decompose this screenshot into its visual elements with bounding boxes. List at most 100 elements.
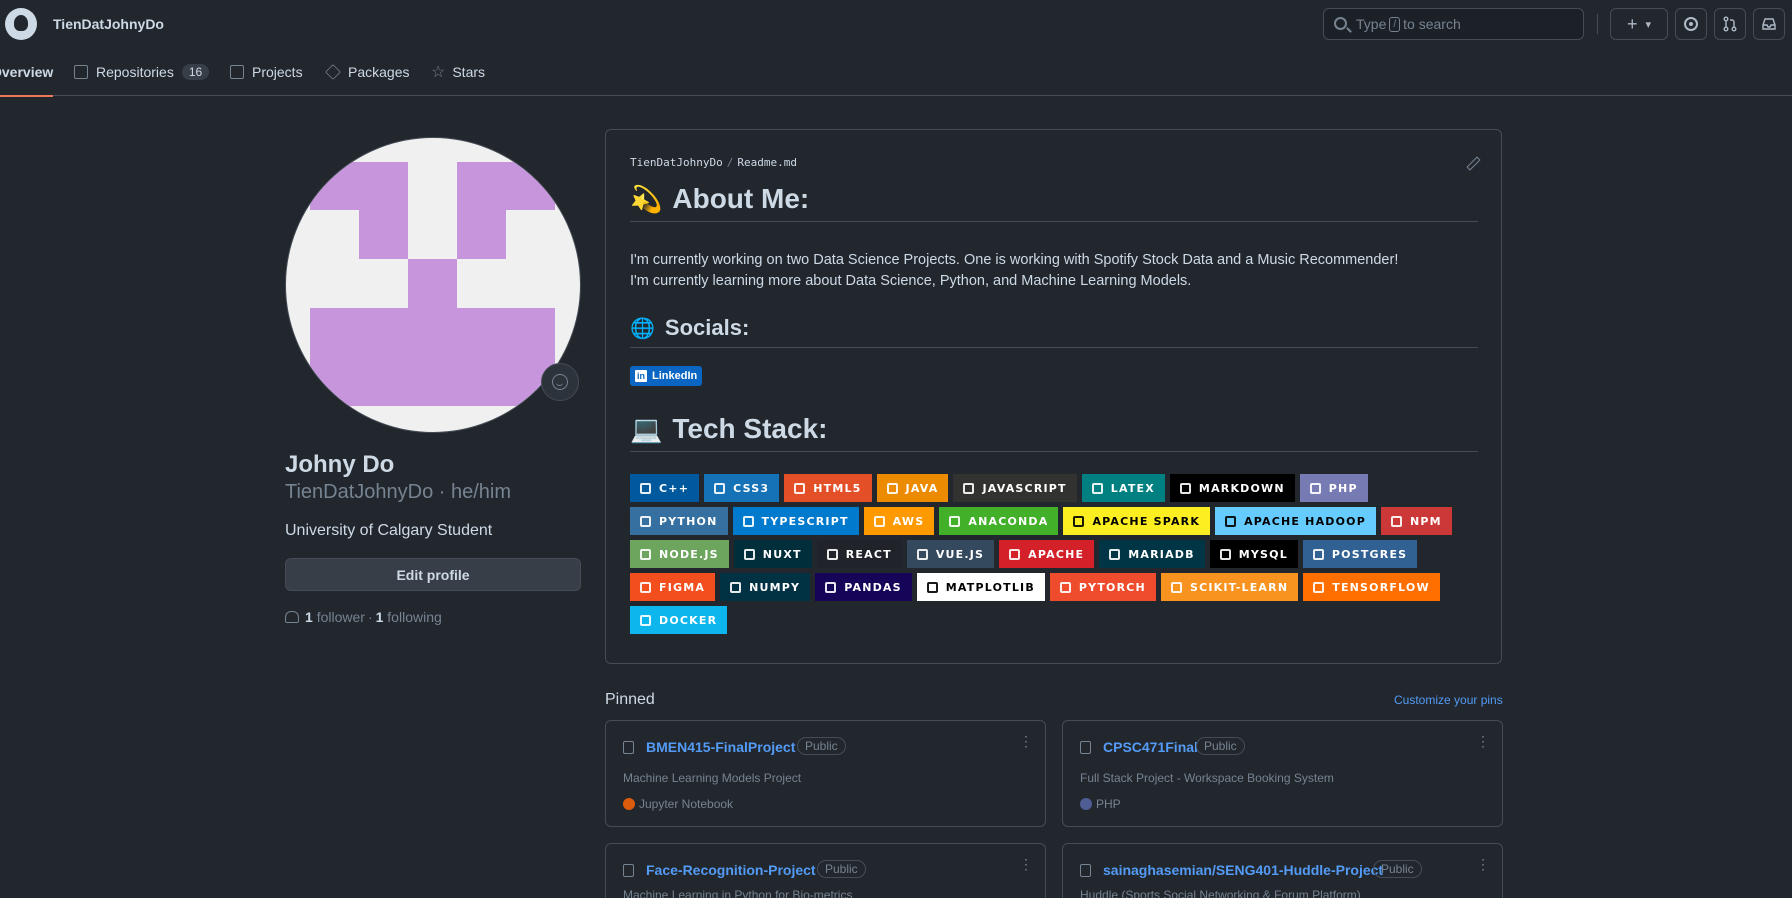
globe-icon: 🌐 [630, 317, 655, 340]
tech-logo-icon [1219, 548, 1231, 560]
repo-name-link[interactable]: sainaghasemian/SENG401-Huddle-Project [1103, 862, 1383, 878]
tech-badge-label: NUMPY [749, 580, 801, 594]
readme-owner-link[interactable]: TienDatJohnyDo [630, 156, 723, 169]
tab-overview[interactable]: Overview [0, 48, 54, 97]
tech-logo-icon [714, 482, 726, 494]
drag-handle-icon[interactable]: ⋮ [1019, 734, 1033, 753]
search-suffix: to search [1403, 16, 1461, 32]
chevron-down-icon: ▾ [1645, 18, 1652, 31]
customize-pins-link[interactable]: Customize your pins [1394, 693, 1503, 707]
socials-heading: 🌐 Socials: [630, 315, 1478, 348]
badge-row: NODE.JS NUXT REACT VUE.JS APACHE MARIADB MYSQL… [630, 540, 1490, 568]
visibility-badge: Public [1373, 860, 1422, 878]
repo-icon [1080, 741, 1091, 754]
tech-badge-java: JAVA [876, 474, 949, 502]
tech-badge-latex: LATEX [1081, 474, 1165, 502]
following-link[interactable]: 1 following [376, 609, 442, 625]
tech-badge-label: MARIADB [1128, 547, 1195, 561]
repo-name-link[interactable]: BMEN415-FinalProject [646, 739, 795, 755]
tech-badge-label: PYTHON [659, 514, 718, 528]
repo-language: PHP [1080, 797, 1121, 811]
drag-handle-icon[interactable]: ⋮ [1476, 734, 1490, 753]
about-line-1: I'm currently working on two Data Scienc… [630, 252, 1399, 268]
badge-row: C++ CSS3 HTML5 JAVA JAVASCRIPT LATEX MARKDOWN P… [630, 474, 1490, 502]
tech-logo-icon [640, 548, 651, 560]
repo-description: Huddle (Sports Social Networking & Forum… [1080, 888, 1361, 898]
drag-handle-icon[interactable]: ⋮ [1476, 857, 1490, 876]
tech-badge-node-js: NODE.JS [630, 540, 729, 568]
tech-badge-label: VUE.JS [935, 547, 985, 561]
visibility-badge: Public [817, 860, 866, 878]
language-color-dot [1080, 798, 1092, 810]
inbox-button[interactable] [1753, 8, 1785, 40]
tech-badge-javascript: JAVASCRIPT [953, 474, 1077, 502]
pinned-title: Pinned [605, 691, 655, 708]
visibility-badge: Public [797, 737, 846, 755]
pull-requests-button[interactable] [1714, 8, 1746, 40]
tech-badge-html5: HTML5 [784, 474, 872, 502]
tech-badge-anaconda: ANACONDA [939, 507, 1059, 535]
tab-packages[interactable]: Packages [325, 48, 409, 96]
tech-badge-matplotlib: MATPLOTLIB [916, 573, 1045, 601]
tech-logo-icon [1009, 548, 1021, 560]
tech-badge-mariadb: MARIADB [1099, 540, 1205, 568]
pencil-icon[interactable] [1464, 156, 1478, 170]
package-icon [325, 64, 341, 80]
tech-logo-icon [886, 482, 898, 494]
tech-badge-tensorflow: TENSORFLOW [1303, 573, 1440, 601]
tab-label: Overview [0, 64, 54, 80]
tech-badge-label: TENSORFLOW [1332, 580, 1430, 594]
repo-name-link[interactable]: CPSC471Final [1103, 739, 1198, 755]
set-status-button[interactable] [541, 363, 579, 401]
tab-repositories[interactable]: Repositories 16 [74, 48, 210, 96]
tech-badge-label: PYTORCH [1078, 580, 1146, 594]
tech-badge-label: JAVA [905, 481, 939, 495]
tech-badge-label: CSS3 [733, 481, 770, 495]
followers-label: follower [316, 609, 365, 625]
readme-file-link[interactable]: Readme.md [737, 156, 797, 169]
header-username-link[interactable]: TienDatJohnyDo [53, 16, 164, 32]
tech-badge-css3: CSS3 [704, 474, 780, 502]
search-input[interactable]: Type / to search [1323, 8, 1584, 40]
tech-logo-icon [916, 548, 928, 560]
issues-button[interactable] [1675, 8, 1707, 40]
tech-badge-label: APACHE HADOOP [1244, 514, 1366, 528]
tech-badge-pytorch: PYTORCH [1049, 573, 1156, 601]
language-name: PHP [1096, 797, 1121, 811]
inbox-icon [1762, 18, 1776, 30]
drag-handle-icon[interactable]: ⋮ [1019, 857, 1033, 876]
avatar-pixel [457, 162, 506, 259]
github-logo-icon[interactable] [5, 8, 37, 40]
search-shortcut-key: / [1389, 16, 1401, 32]
tech-badge-apache-spark: APACHE SPARK [1063, 507, 1211, 535]
issue-opened-icon [1684, 17, 1698, 31]
tech-badge-label: DOCKER [659, 613, 718, 627]
edit-profile-button[interactable]: Edit profile [285, 558, 581, 591]
search-icon [1334, 17, 1347, 30]
create-new-button[interactable]: + ▾ [1610, 8, 1668, 40]
tech-badge-label: NUXT [762, 547, 802, 561]
tech-logo-icon [1109, 548, 1121, 560]
header-divider [1597, 14, 1598, 34]
repo-icon [623, 741, 634, 754]
tab-projects[interactable]: Projects [230, 48, 303, 96]
tech-logo-icon [743, 548, 755, 560]
badge-row: PYTHON TYPESCRIPT AWS ANACONDA APACHE SPARK A… [630, 507, 1490, 535]
followers-link[interactable]: 1 follower [305, 609, 365, 625]
tech-badge-label: PHP [1328, 481, 1358, 495]
people-icon [285, 611, 299, 623]
tech-badge-docker: DOCKER [630, 606, 728, 634]
repo-name-link[interactable]: Face-Recognition-Project [646, 862, 816, 878]
search-prefix: Type [1356, 16, 1387, 32]
tech-logo-icon [1091, 482, 1103, 494]
tech-stack-heading: 💻 Tech Stack: [630, 413, 1478, 452]
tech-badge-label: MATPLOTLIB [945, 580, 1035, 594]
tech-badge-label: NODE.JS [659, 547, 719, 561]
avatar[interactable] [285, 137, 581, 433]
linkedin-badge[interactable]: in LinkedIn [630, 366, 703, 386]
tab-stars[interactable]: ☆ Stars [431, 48, 485, 96]
pinned-repo-card: CPSC471Final Public ⋮ Full Stack Project… [1062, 720, 1503, 827]
avatar-pixel [408, 259, 457, 308]
tech-badge-label: REACT [845, 547, 892, 561]
repo-icon [623, 864, 634, 877]
